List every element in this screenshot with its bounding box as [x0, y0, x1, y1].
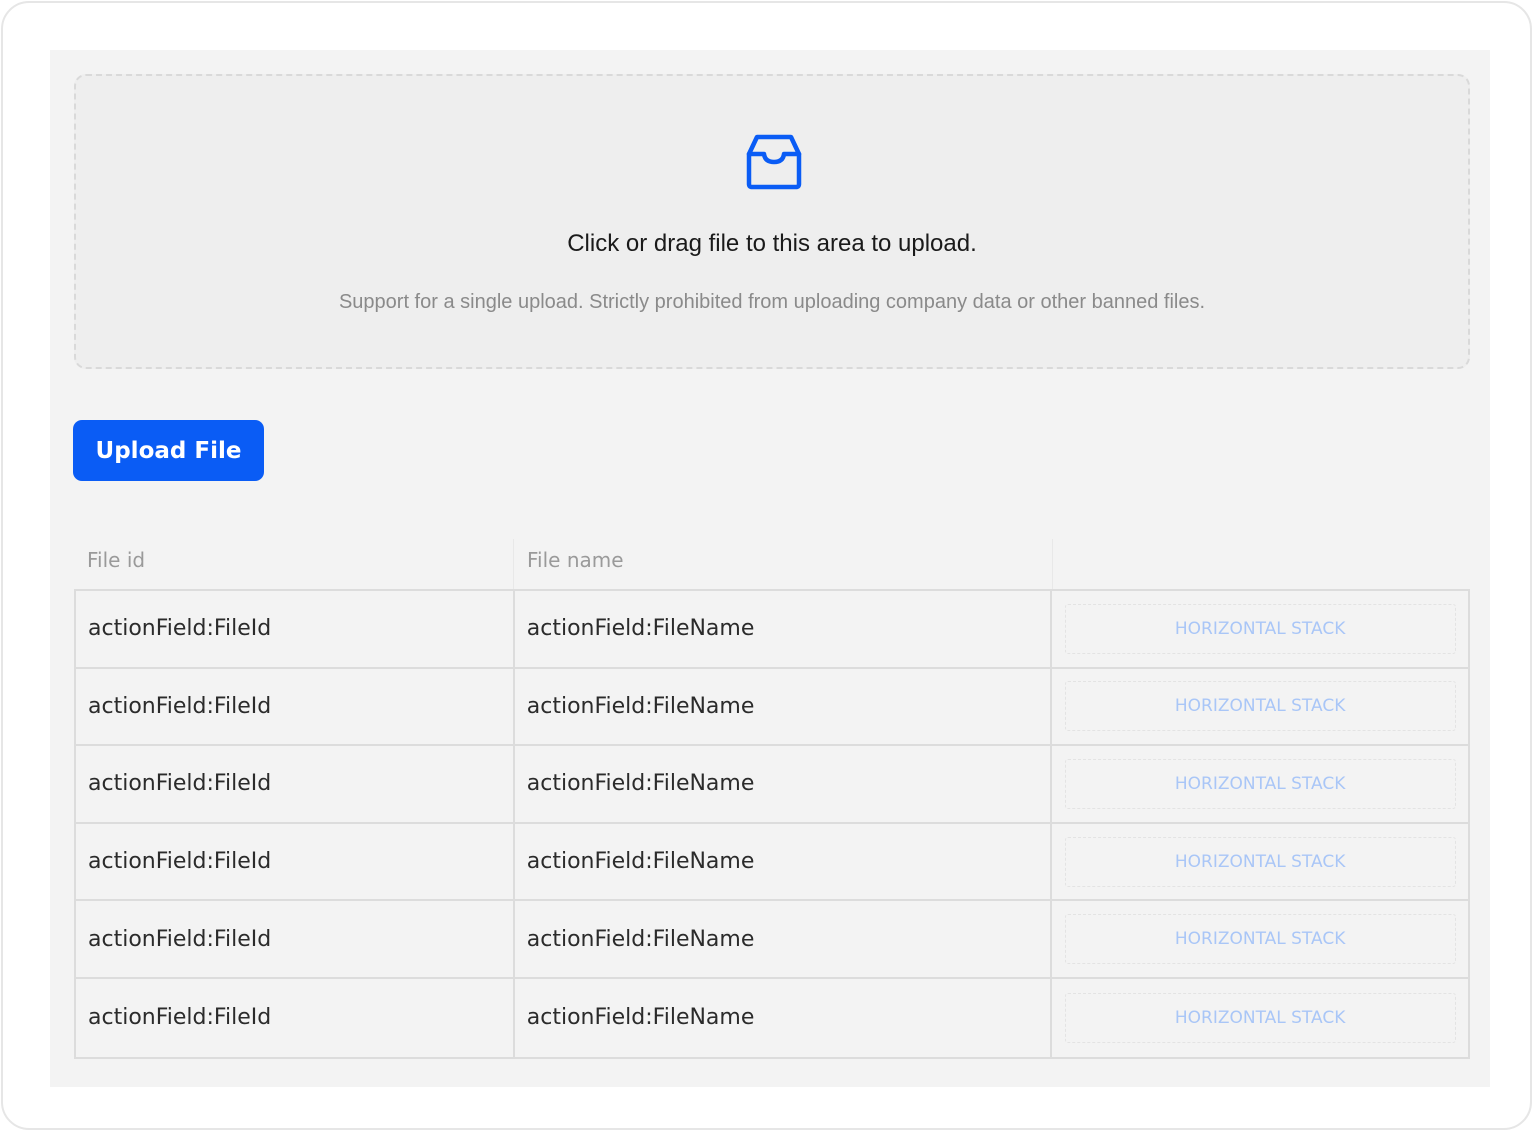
table-row: actionField:FileId actionField:FileName …: [76, 668, 1468, 747]
cell-file-name: actionField:FileName: [515, 978, 1053, 1057]
inbox-icon: [746, 134, 802, 190]
cell-file-id: actionField:FileId: [76, 901, 515, 977]
column-header-file-id: File id: [74, 539, 514, 589]
cell-actions: HORIZONTAL STACK: [1052, 591, 1468, 667]
horizontal-stack-placeholder: HORIZONTAL STACK: [1064, 758, 1456, 809]
upload-dropzone[interactable]: Click or drag file to this area to uploa…: [74, 74, 1470, 369]
window-frame: Click or drag file to this area to uploa…: [1, 1, 1532, 1130]
cell-file-id: actionField:FileId: [76, 591, 515, 667]
cell-actions: HORIZONTAL STACK: [1052, 901, 1468, 977]
table-body: actionField:FileId actionField:FileName …: [74, 589, 1470, 1059]
table-row: actionField:FileId actionField:FileName …: [76, 978, 1468, 1057]
upload-panel: Click or drag file to this area to uploa…: [50, 50, 1490, 1087]
cell-file-name: actionField:FileName: [515, 823, 1053, 900]
cell-actions: HORIZONTAL STACK: [1052, 669, 1468, 745]
cell-file-id: actionField:FileId: [76, 823, 515, 900]
cell-file-name: actionField:FileName: [515, 591, 1053, 667]
cell-file-name: actionField:FileName: [515, 668, 1053, 745]
table-row: actionField:FileId actionField:FileName …: [76, 591, 1468, 669]
dropzone-hint: Support for a single upload. Strictly pr…: [338, 291, 1206, 313]
horizontal-stack-placeholder: HORIZONTAL STACK: [1064, 914, 1456, 965]
cell-file-id: actionField:FileId: [76, 978, 515, 1057]
horizontal-stack-placeholder: HORIZONTAL STACK: [1064, 681, 1456, 732]
cell-file-name: actionField:FileName: [515, 901, 1053, 977]
table-header: File id File name: [74, 539, 1470, 589]
cell-file-id: actionField:FileId: [76, 668, 515, 745]
file-table: File id File name actionField:FileId act…: [74, 539, 1470, 1059]
horizontal-stack-placeholder: HORIZONTAL STACK: [1064, 603, 1456, 654]
cell-file-name: actionField:FileName: [515, 746, 1053, 822]
horizontal-stack-placeholder: HORIZONTAL STACK: [1064, 836, 1456, 887]
table-row: actionField:FileId actionField:FileName …: [76, 901, 1468, 979]
cell-file-id: actionField:FileId: [76, 746, 515, 822]
horizontal-stack-placeholder: HORIZONTAL STACK: [1064, 992, 1456, 1043]
column-header-actions: [1053, 539, 1470, 589]
cell-actions: HORIZONTAL STACK: [1052, 824, 1468, 900]
upload-file-button[interactable]: Upload File: [73, 420, 264, 481]
column-header-file-name: File name: [514, 539, 1053, 589]
table-row: actionField:FileId actionField:FileName …: [76, 823, 1468, 902]
cell-actions: HORIZONTAL STACK: [1052, 979, 1468, 1057]
dropzone-title: Click or drag file to this area to uploa…: [567, 230, 977, 257]
table-row: actionField:FileId actionField:FileName …: [76, 746, 1468, 824]
cell-actions: HORIZONTAL STACK: [1052, 746, 1468, 822]
